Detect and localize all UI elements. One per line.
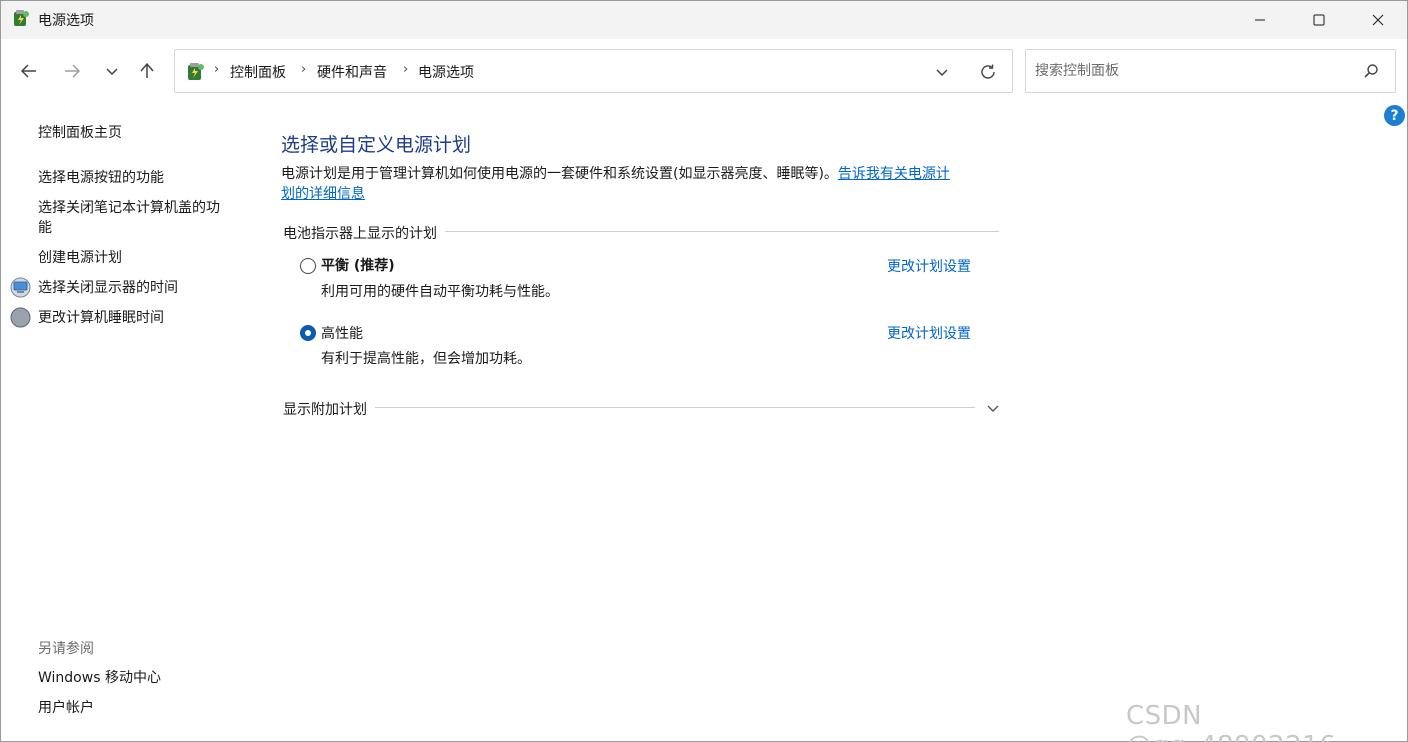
display-icon: [10, 277, 31, 298]
search-icon[interactable]: [1362, 62, 1380, 80]
high-performance-plan-description: 有利于提高性能，但会增加功耗。: [321, 351, 531, 367]
power-options-icon: [14, 10, 29, 26]
balanced-plan-description: 利用可用的硬件自动平衡功耗与性能。: [321, 284, 559, 300]
create-power-plan-link[interactable]: 创建电源计划: [38, 248, 122, 268]
control-panel-home-link[interactable]: 控制面板主页: [38, 123, 122, 143]
address-dropdown-button[interactable]: [931, 61, 953, 83]
power-options-window: 电源选项 › 控制面板 › 硬件和声音 › 电源选项 搜索控制面板 ? 控制面板…: [0, 0, 1408, 742]
up-button[interactable]: [131, 55, 163, 87]
page-title: 选择或自定义电源计划: [281, 134, 472, 156]
high-performance-plan-name[interactable]: 高性能: [321, 323, 363, 343]
high-performance-plan-radio[interactable]: [300, 325, 316, 341]
address-bar[interactable]: › 控制面板 › 硬件和声音 › 电源选项: [174, 49, 1013, 93]
power-button-function-link[interactable]: 选择电源按钮的功能: [38, 168, 164, 188]
page-description: 电源计划是用于管理计算机如何使用电源的一套硬件和系统设置(如显示器亮度、睡眠等)…: [281, 164, 1001, 204]
forward-button[interactable]: [56, 55, 88, 87]
breadcrumb-separator-icon: ›: [301, 62, 307, 77]
navigation-bar: › 控制面板 › 硬件和声音 › 电源选项: [1, 39, 1407, 101]
arrow-right-icon: [65, 64, 81, 78]
close-icon: [1372, 14, 1384, 26]
power-options-icon: [188, 63, 204, 80]
balanced-plan-radio[interactable]: [300, 258, 316, 274]
recent-locations-button[interactable]: [96, 55, 128, 87]
minimize-icon: [1255, 19, 1265, 21]
battery-plans-group-label: 电池指示器上显示的计划: [283, 223, 445, 243]
user-accounts-link[interactable]: 用户帐户: [38, 698, 94, 718]
chevron-down-icon: [987, 405, 999, 412]
breadcrumb-hardware-sound[interactable]: 硬件和声音: [317, 62, 387, 82]
display-off-time-link[interactable]: 选择关闭显示器的时间: [38, 278, 178, 298]
windows-mobility-center-link[interactable]: Windows 移动中心: [38, 668, 161, 688]
watermark: CSDN @qq_48902216: [1126, 701, 1336, 742]
arrow-up-icon: [140, 62, 154, 78]
expand-additional-plans-button[interactable]: [984, 399, 1002, 417]
title-bar: 电源选项: [1, 1, 1407, 39]
minimize-button[interactable]: [1231, 1, 1289, 39]
maximize-icon: [1313, 14, 1325, 26]
breadcrumb-power-options[interactable]: 电源选项: [418, 62, 474, 82]
maximize-button[interactable]: [1290, 1, 1348, 39]
power-plan-info-link[interactable]: 告诉我有关电源计: [838, 166, 950, 182]
breadcrumb-separator-icon: ›: [403, 62, 409, 77]
lid-close-function-link[interactable]: 选择关闭笔记本计算机盖的功 能: [38, 198, 220, 238]
see-also-heading: 另请参阅: [38, 641, 94, 657]
breadcrumb-separator-icon: ›: [214, 62, 220, 77]
back-button[interactable]: [13, 55, 45, 87]
show-additional-plans-label[interactable]: 显示附加计划: [283, 399, 375, 419]
moon-icon: [10, 307, 31, 328]
chevron-down-icon: [936, 69, 948, 77]
breadcrumb-control-panel[interactable]: 控制面板: [230, 62, 286, 82]
balanced-change-settings-link[interactable]: 更改计划设置: [887, 256, 971, 276]
balanced-plan-name[interactable]: 平衡 (推荐): [321, 255, 395, 275]
search-input[interactable]: [1035, 60, 1355, 82]
help-icon[interactable]: ?: [1384, 105, 1405, 126]
window-title: 电源选项: [38, 13, 94, 29]
description-text: 电源计划是用于管理计算机如何使用电源的一套硬件和系统设置(如显示器亮度、睡眠等)…: [281, 166, 838, 182]
power-plan-info-link-continued[interactable]: 划的详细信息: [281, 186, 365, 202]
sleep-time-link[interactable]: 更改计算机睡眠时间: [38, 308, 164, 328]
high-performance-change-settings-link[interactable]: 更改计划设置: [887, 323, 971, 343]
arrow-left-icon: [20, 64, 36, 78]
refresh-icon: [981, 64, 995, 79]
close-button[interactable]: [1349, 1, 1407, 39]
refresh-button[interactable]: [977, 61, 999, 83]
divider: [283, 407, 975, 408]
search-box[interactable]: [1025, 49, 1396, 93]
chevron-down-icon: [106, 68, 118, 76]
